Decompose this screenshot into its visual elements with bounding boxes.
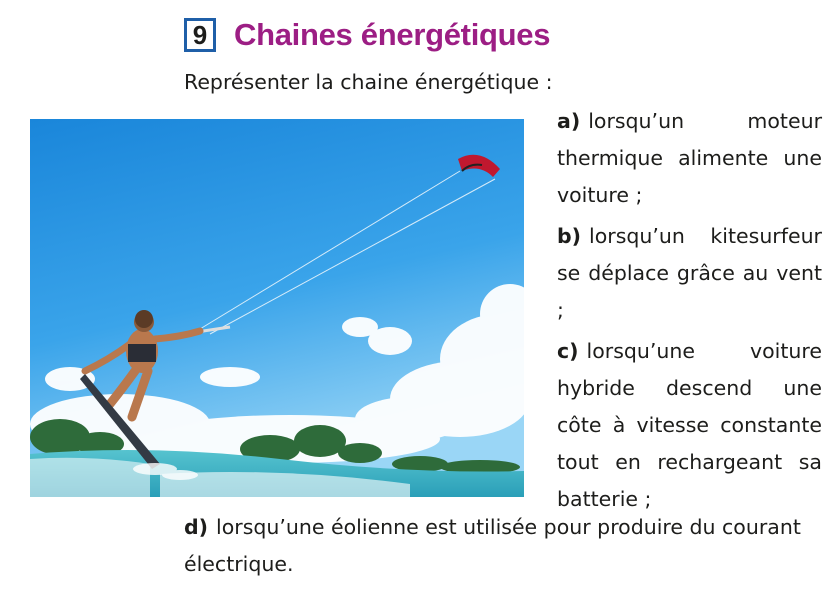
exercise-number-box: 9	[184, 18, 216, 52]
exercise-instruction: Représenter la chaine énergétique :	[184, 70, 553, 94]
question-d: d) lorsqu’une éolienne est utilisée pour …	[184, 509, 824, 583]
question-c-text: lorsqu’une voiture hybride descend une c…	[557, 339, 822, 511]
question-d-letter: d)	[184, 515, 209, 539]
question-c-letter: c)	[557, 339, 579, 363]
question-a-letter: a)	[557, 109, 581, 133]
question-d-text: lorsqu’une éolienne est utilisée pour pr…	[184, 515, 801, 576]
question-b: b) lorsqu’un kitesur­feur se déplace grâc…	[557, 218, 822, 329]
question-a: a) lorsqu’un moteur thermique alimente un…	[557, 103, 822, 214]
question-a-text: lorsqu’un moteur thermique alimente une …	[557, 109, 822, 207]
question-b-text: lorsqu’un kitesur­feur se déplace grâce …	[557, 224, 822, 322]
question-b-letter: b)	[557, 224, 582, 248]
kitesurfer-photo	[30, 119, 524, 497]
exercise-header: 9 Chaines énergétiques	[184, 14, 550, 56]
kitesurfer-illustration	[30, 119, 524, 497]
questions-column: a) lorsqu’un moteur thermique alimente un…	[557, 103, 822, 522]
question-c: c) lorsqu’une voiture hybride descend une…	[557, 333, 822, 518]
exercise-title: Chaines énergétiques	[234, 17, 551, 52]
